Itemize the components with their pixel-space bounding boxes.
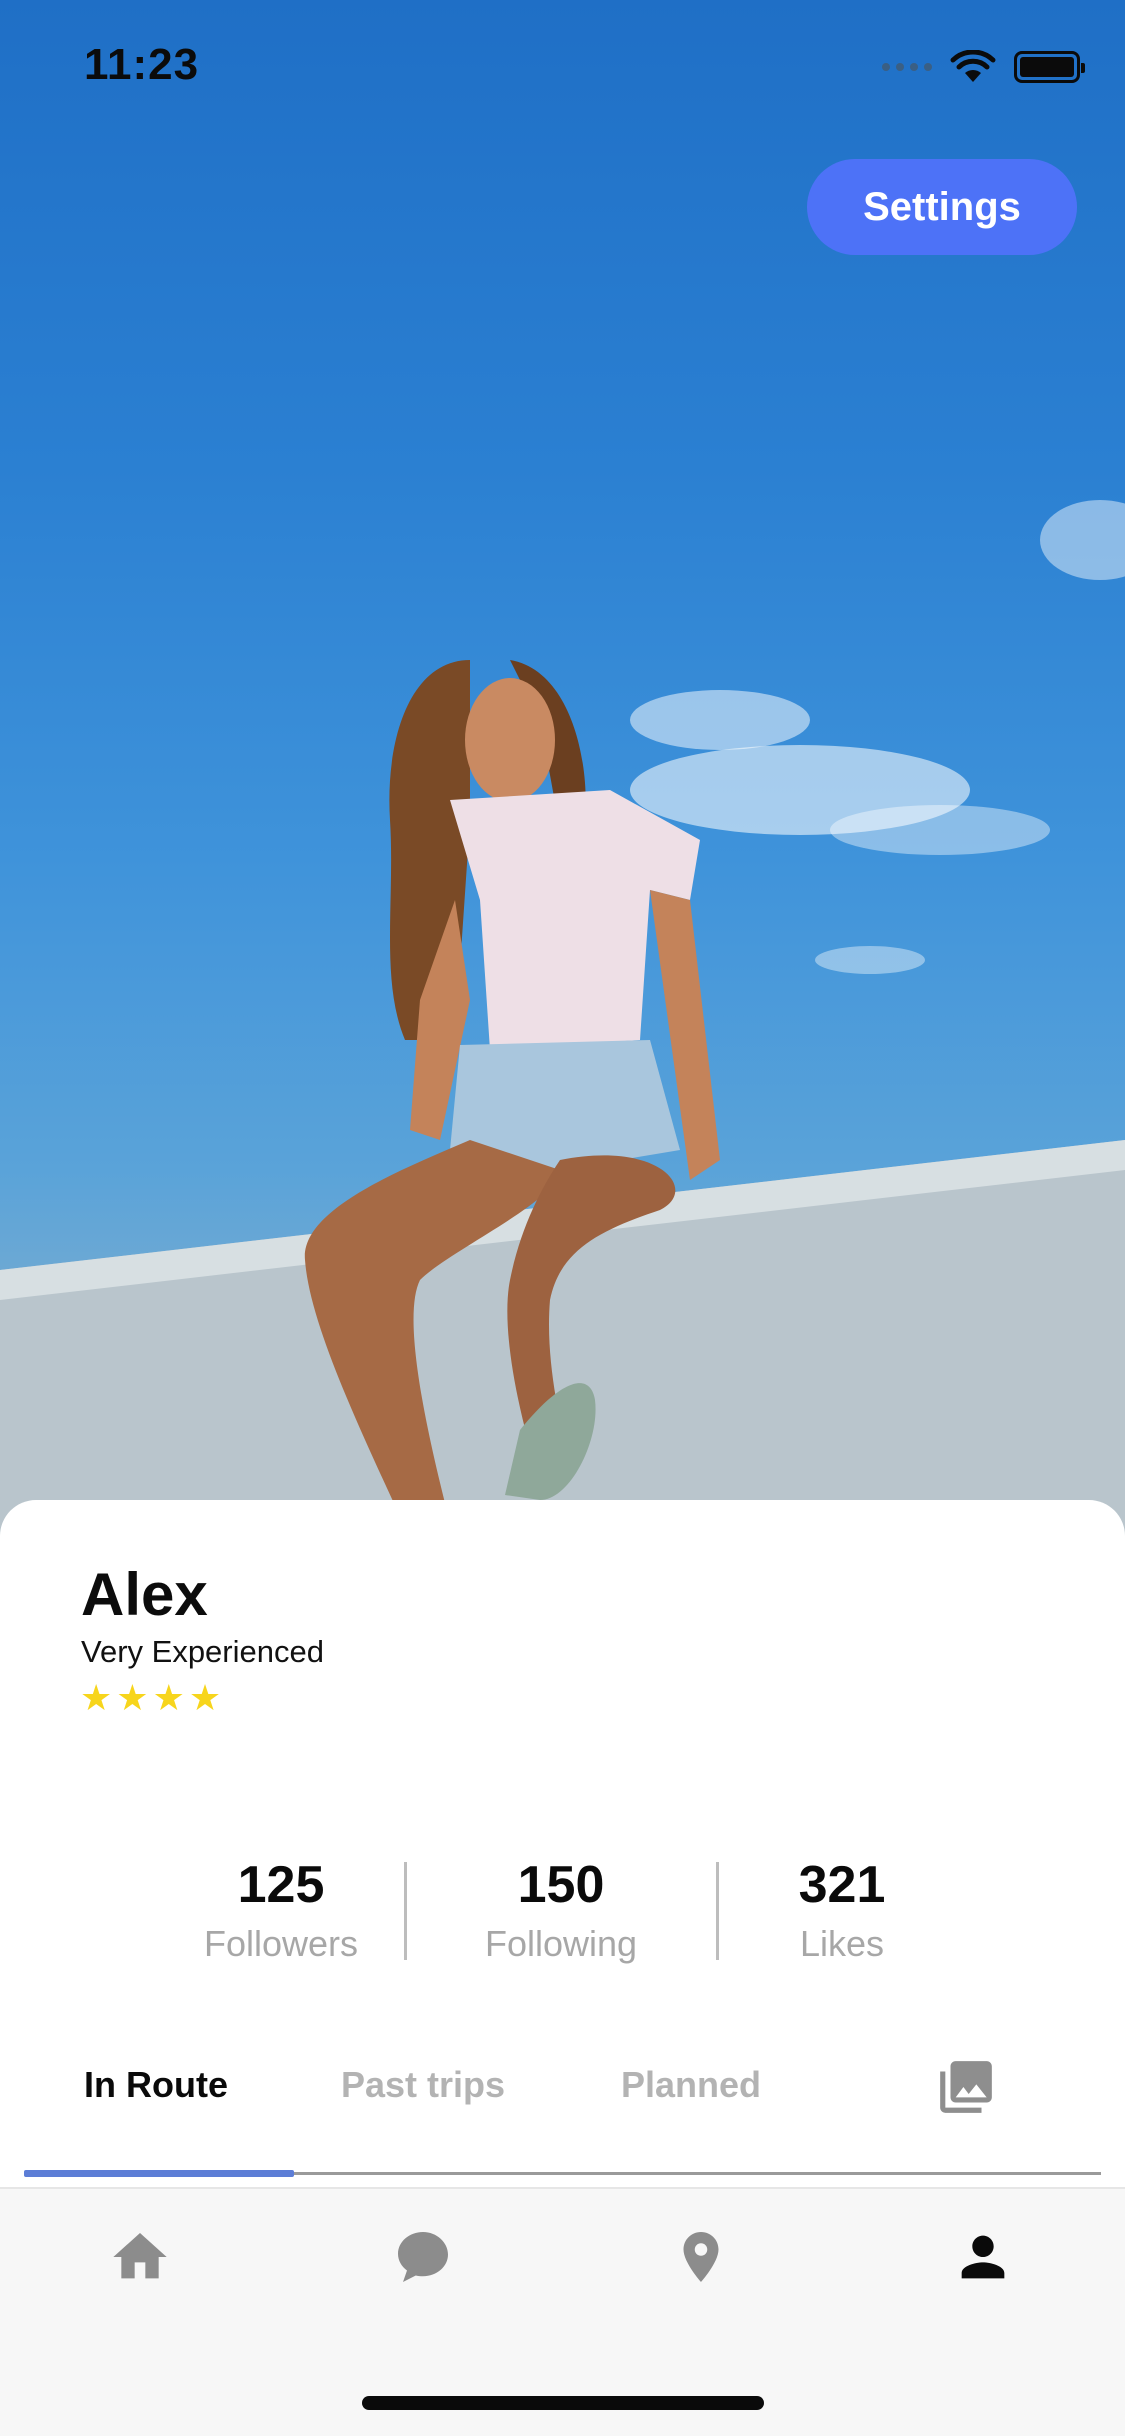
stat-label: Following	[484, 1923, 638, 1964]
gallery-icon[interactable]	[935, 2056, 997, 2118]
star-icon: ★	[188, 1677, 222, 1718]
nav-map[interactable]	[661, 2217, 741, 2297]
stat-value: 125	[237, 1856, 325, 1914]
profile-stats: 125 Followers 150 Following 321 Likes	[0, 1855, 1125, 1975]
battery-icon	[1014, 51, 1085, 83]
settings-button[interactable]: Settings	[807, 159, 1077, 255]
rating-stars: ★ ★ ★ ★	[80, 1680, 221, 1716]
stat-following[interactable]: 150 Following	[451, 1855, 671, 1965]
active-tab-indicator	[24, 2170, 294, 2177]
home-icon	[113, 2233, 167, 2279]
tab-planned[interactable]: Planned	[621, 2064, 761, 2106]
status-icons	[882, 50, 1085, 84]
stat-value: 150	[517, 1856, 605, 1914]
wifi-icon	[950, 50, 996, 82]
nav-messages[interactable]	[383, 2217, 463, 2297]
stat-likes[interactable]: 321 Likes	[732, 1855, 952, 1965]
status-time: 11:23	[84, 40, 200, 89]
stat-label: Followers	[203, 1923, 359, 1964]
stat-followers[interactable]: 125 Followers	[171, 1855, 391, 1965]
stat-divider	[404, 1862, 407, 1960]
star-icon: ★	[80, 1677, 113, 1718]
home-indicator[interactable]	[362, 2396, 764, 2410]
chat-icon	[398, 2232, 448, 2282]
tab-in-route[interactable]: In Route	[84, 2064, 228, 2106]
nav-home[interactable]	[100, 2217, 180, 2297]
profile-icon	[961, 2235, 1005, 2279]
tab-past-trips[interactable]: Past trips	[341, 2064, 505, 2106]
experience-level: Very Experienced	[81, 1634, 324, 1669]
location-pin-icon	[683, 2232, 719, 2282]
star-icon: ★	[152, 1677, 185, 1718]
profile-name: Alex	[81, 1561, 208, 1628]
stat-label: Likes	[799, 1923, 885, 1964]
profile-card: Alex Very Experienced ★ ★ ★ ★ 125 Follow…	[0, 1500, 1125, 2190]
star-icon: ★	[116, 1677, 149, 1718]
nav-profile[interactable]	[943, 2217, 1023, 2297]
cellular-signal-icon	[882, 63, 932, 71]
stat-divider	[716, 1862, 719, 1960]
stat-value: 321	[798, 1856, 886, 1914]
